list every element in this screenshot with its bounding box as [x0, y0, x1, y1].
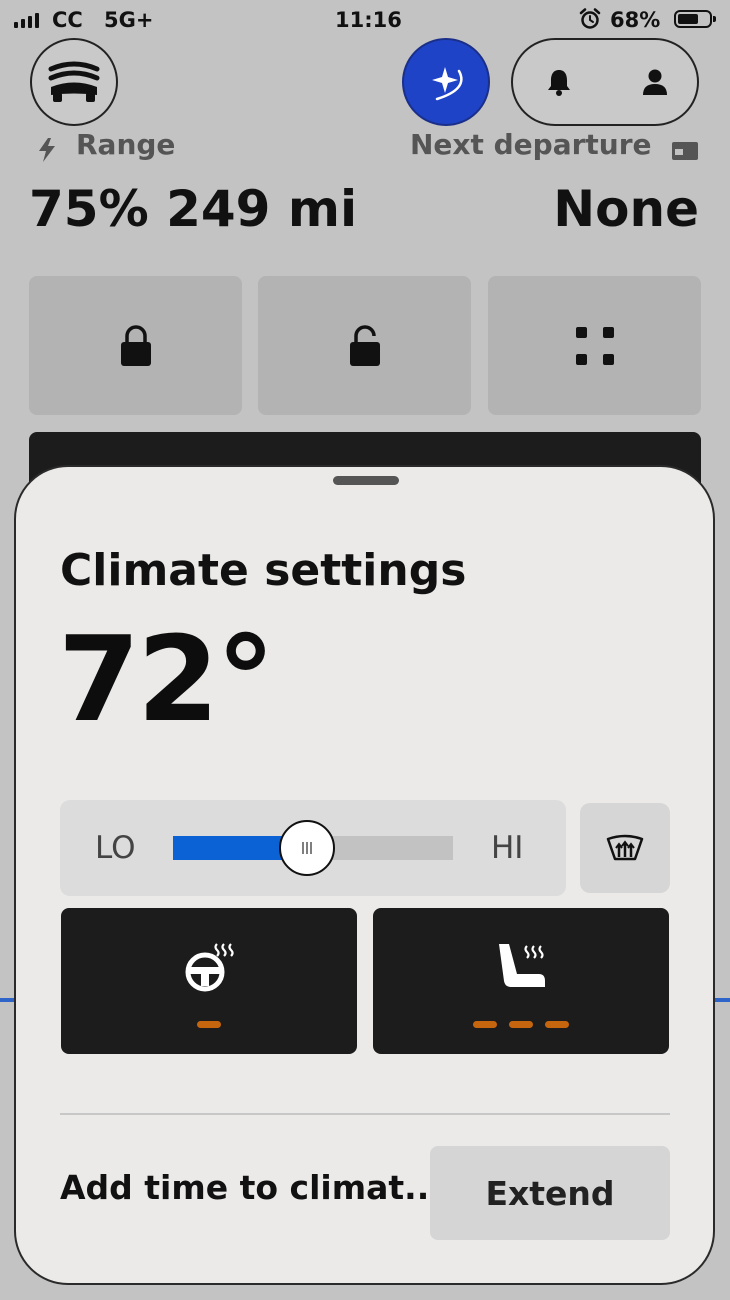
- battery-icon: [674, 10, 716, 28]
- vehicle-button[interactable]: [30, 38, 118, 126]
- battery-percent: 68%: [610, 8, 661, 32]
- lock-icon: [120, 324, 151, 366]
- heated-seat-icon: [499, 944, 545, 987]
- heat-level-dot: [545, 1021, 569, 1028]
- rear-defrost-icon: [606, 834, 644, 861]
- lock-button[interactable]: [29, 276, 242, 415]
- person-icon: [643, 69, 667, 95]
- bell-icon: [548, 70, 570, 96]
- alarm-icon: [579, 8, 601, 29]
- departure-value: None: [553, 180, 699, 238]
- temperature-readout: 72°: [58, 610, 275, 748]
- unlock-button[interactable]: [258, 276, 471, 415]
- slider-thumb[interactable]: [279, 820, 335, 876]
- status-bar: CC 5G+ 11:16 68%: [0, 0, 730, 40]
- add-time-label: Add time to climat...: [60, 1168, 442, 1207]
- unlock-icon: [349, 324, 380, 366]
- range-value: 75% 249 mi: [29, 180, 358, 238]
- heated-seat-button[interactable]: [373, 908, 669, 1054]
- departure-label: Next departure: [410, 128, 652, 161]
- sheet-drag-handle[interactable]: [333, 476, 399, 485]
- calendar-icon: [672, 142, 698, 160]
- grid-icon: [575, 326, 614, 365]
- car-icon: [48, 61, 100, 102]
- heated-steering-wheel-icon: [185, 943, 234, 992]
- lightning-icon: [39, 138, 55, 162]
- rear-defrost-button[interactable]: [580, 803, 670, 893]
- slider-low-label: LO: [95, 830, 136, 866]
- sparkle-icon: [432, 67, 463, 101]
- more-actions-button[interactable]: [488, 276, 701, 415]
- carrier-label: CC: [52, 8, 83, 32]
- heat-level-indicator: [473, 1021, 569, 1028]
- extend-button[interactable]: Extend: [430, 1146, 670, 1240]
- clock: 11:16: [335, 8, 402, 32]
- heat-level-indicator: [197, 1021, 221, 1028]
- profile-button[interactable]: [631, 58, 679, 106]
- heat-level-dot: [197, 1021, 221, 1028]
- network-label: 5G+: [104, 8, 154, 32]
- notifications-button[interactable]: [535, 58, 583, 106]
- divider: [60, 1113, 670, 1115]
- range-label: Range: [76, 128, 176, 161]
- heated-steering-button[interactable]: [61, 908, 357, 1054]
- assistant-button[interactable]: [402, 38, 490, 126]
- edge-accent: [714, 998, 730, 1002]
- heat-level-dot: [509, 1021, 533, 1028]
- page-title: Climate settings: [60, 545, 467, 596]
- heat-level-dot: [473, 1021, 497, 1028]
- grip-icon: [302, 842, 312, 854]
- header-actions: [511, 38, 699, 126]
- signal-strength-icon: [14, 12, 39, 28]
- slider-high-label: HI: [491, 830, 524, 866]
